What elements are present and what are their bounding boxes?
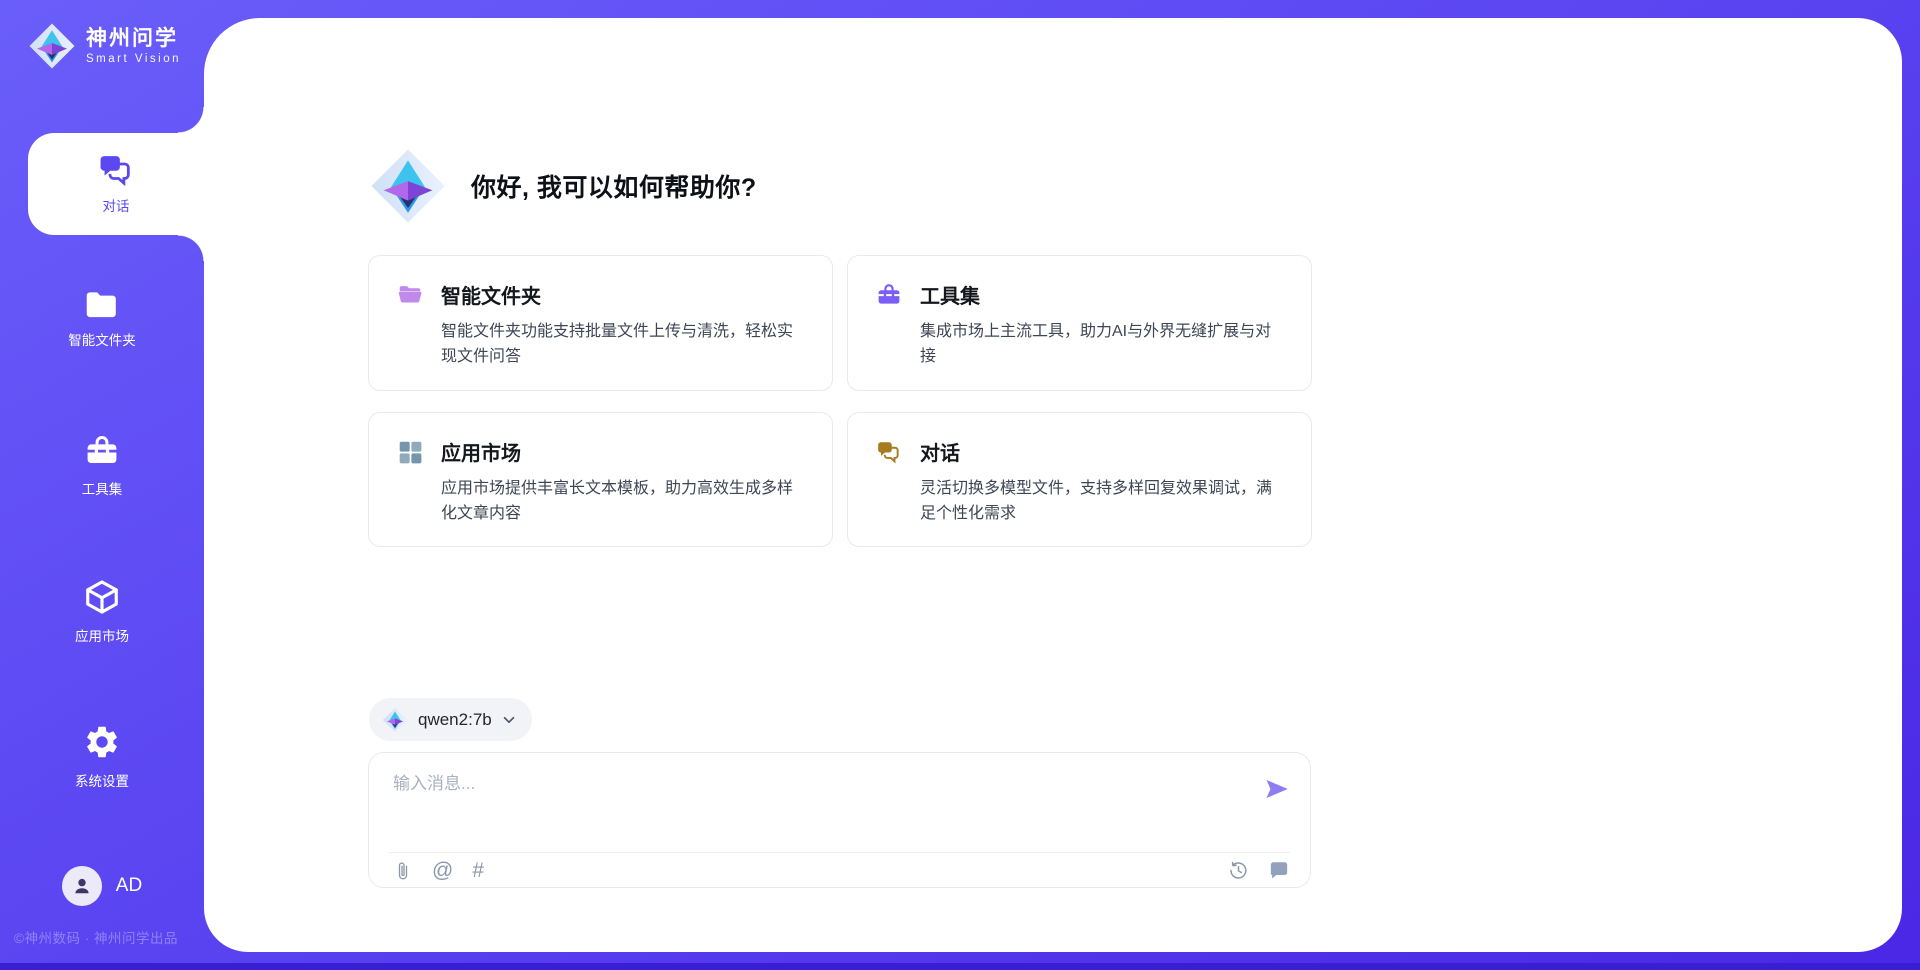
- message-input[interactable]: [393, 769, 1213, 833]
- diamond-logo-icon: [28, 22, 76, 70]
- card-description: 集成市场上主流工具，助力AI与外界无缝扩展与对接: [920, 319, 1277, 370]
- folder-open-icon: [397, 282, 423, 308]
- composer-toolbar: @ #: [393, 853, 1290, 888]
- at-icon[interactable]: @: [432, 860, 453, 881]
- card-description: 灵活切换多模型文件，支持多样回复效果调试，满足个性化需求: [920, 476, 1277, 527]
- sidebar-item-tools[interactable]: 工具集: [0, 433, 204, 498]
- card-toolset[interactable]: 工具集 集成市场上主流工具，助力AI与外界无缝扩展与对接: [847, 255, 1312, 391]
- composer: @ #: [368, 752, 1311, 888]
- copyright: ©神州数码 · 神州问学出品: [14, 927, 178, 947]
- hash-icon[interactable]: #: [472, 860, 484, 881]
- sidebar-item-label: 系统设置: [75, 770, 129, 790]
- sidebar-item-label: 对话: [103, 195, 130, 215]
- card-title: 工具集: [920, 280, 1277, 309]
- briefcase-icon: [84, 433, 120, 469]
- card-title: 智能文件夹: [441, 280, 798, 309]
- bottom-accent-bar: [0, 963, 1920, 970]
- sidebar-item-chat[interactable]: 对话: [28, 133, 204, 235]
- brand-text: 神州问学 Smart Vision: [86, 27, 181, 65]
- user-menu[interactable]: AD: [0, 866, 204, 906]
- briefcase-icon: [876, 282, 902, 308]
- model-name: qwen2:7b: [418, 710, 492, 730]
- greeting: 你好, 我可以如何帮助你?: [369, 147, 757, 225]
- chat-icon: [876, 439, 902, 465]
- sidebar-item-folders[interactable]: 智能文件夹: [0, 288, 204, 349]
- chat-icon: [96, 153, 136, 187]
- card-description: 应用市场提供丰富长文本模板，助力高效生成多样化文章内容: [441, 476, 798, 527]
- diamond-logo-icon: [382, 707, 408, 733]
- user-name: AD: [116, 875, 142, 897]
- card-body: 对话 灵活切换多模型文件，支持多样回复效果调试，满足个性化需求: [920, 437, 1277, 527]
- grid-icon: [397, 439, 423, 465]
- brand-name: 神州问学: [86, 27, 181, 51]
- brand: 神州问学 Smart Vision: [28, 22, 181, 70]
- feedback-button[interactable]: [1268, 860, 1290, 882]
- history-button[interactable]: [1228, 860, 1249, 882]
- person-icon: [70, 874, 94, 898]
- card-smart-folder[interactable]: 智能文件夹 智能文件夹功能支持批量文件上传与清洗，轻松实现文件问答: [368, 255, 833, 391]
- greeting-title: 你好, 我可以如何帮助你?: [471, 168, 757, 204]
- card-body: 应用市场 应用市场提供丰富长文本模板，助力高效生成多样化文章内容: [441, 437, 798, 527]
- sidebar: 神州问学 Smart Vision 对话 智能文件夹: [0, 0, 204, 970]
- send-icon: [1263, 775, 1291, 803]
- cube-icon: [83, 578, 121, 616]
- sidebar-item-market[interactable]: 应用市场: [0, 578, 204, 645]
- card-title: 应用市场: [441, 437, 798, 466]
- paperclip-icon: [393, 860, 413, 882]
- sidebar-item-label: 应用市场: [75, 625, 129, 645]
- card-description: 智能文件夹功能支持批量文件上传与清洗，轻松实现文件问答: [441, 319, 798, 370]
- card-chat[interactable]: 对话 灵活切换多模型文件，支持多样回复效果调试，满足个性化需求: [847, 412, 1312, 548]
- sidebar-item-settings[interactable]: 系统设置: [0, 723, 204, 790]
- chat-bubble-icon: [1268, 860, 1290, 880]
- model-selector[interactable]: qwen2:7b: [369, 698, 532, 741]
- chevron-down-icon: [502, 713, 516, 727]
- sidebar-item-label: 智能文件夹: [68, 329, 136, 349]
- card-app-market[interactable]: 应用市场 应用市场提供丰富长文本模板，助力高效生成多样化文章内容: [368, 412, 833, 548]
- attach-button[interactable]: [393, 860, 413, 882]
- card-title: 对话: [920, 437, 1277, 466]
- card-body: 智能文件夹 智能文件夹功能支持批量文件上传与清洗，轻松实现文件问答: [441, 280, 798, 370]
- history-icon: [1228, 860, 1249, 881]
- app-root: 神州问学 Smart Vision 对话 智能文件夹: [0, 0, 1920, 970]
- card-body: 工具集 集成市场上主流工具，助力AI与外界无缝扩展与对接: [920, 280, 1277, 370]
- diamond-logo-icon: [369, 147, 447, 225]
- send-button[interactable]: [1262, 775, 1292, 805]
- avatar: [62, 866, 102, 906]
- gear-icon: [83, 723, 121, 761]
- brand-subtitle: Smart Vision: [86, 53, 181, 65]
- feature-cards: 智能文件夹 智能文件夹功能支持批量文件上传与清洗，轻松实现文件问答 工具集 集成…: [368, 255, 1312, 547]
- sidebar-item-label: 工具集: [82, 478, 123, 498]
- folder-icon: [84, 288, 120, 320]
